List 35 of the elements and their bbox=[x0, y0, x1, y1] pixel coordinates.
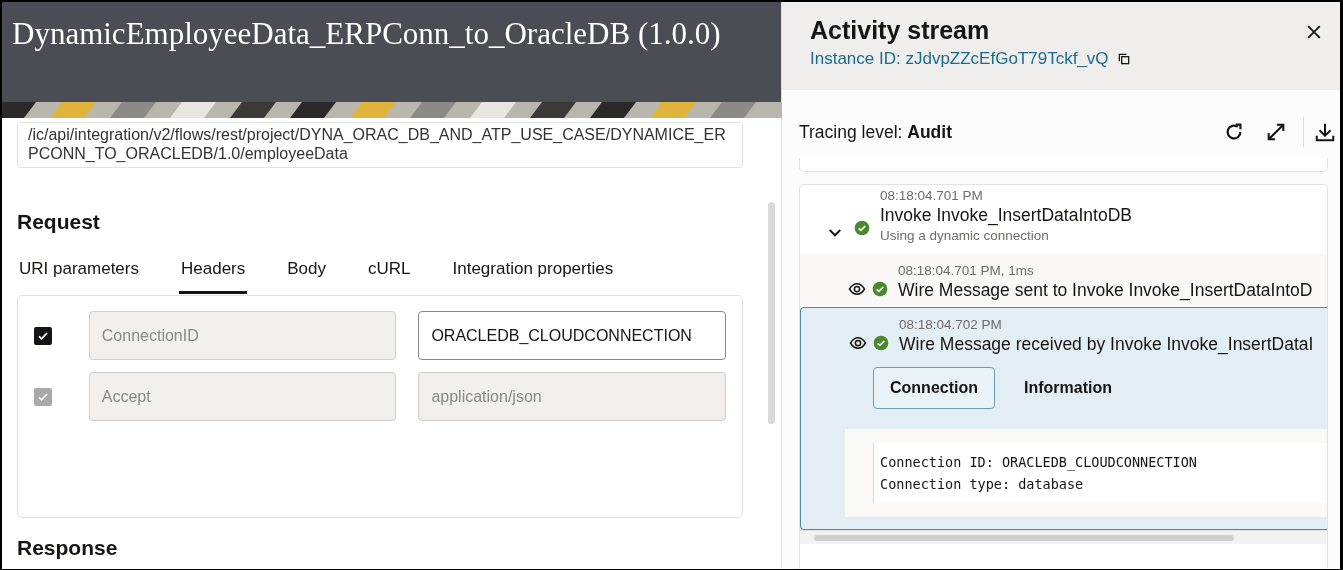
url-text: /ic/api/integration/v2/flows/rest/project/DYNA_ORAC_DB_AND_ATP_USE_CASE/DYNAMICE_ERPCONN_TO_ORACLEDB/1.0/employeeData bbox=[17, 122, 743, 168]
copy-icon bbox=[1116, 52, 1131, 66]
message-row[interactable]: 08:18:04.702 PM Wire Message received by Invoke Invoke_InsertDataI Connection Information Connection ID: ORACLEDB_CLOUDCONNECTION Connection type: database bbox=[800, 307, 1327, 531]
tab[interactable]: Body bbox=[285, 247, 328, 294]
panel-title: Activity stream bbox=[810, 15, 991, 46]
tab[interactable]: cURL bbox=[366, 247, 413, 294]
instance-id: Instance ID: zJdvpZZcEfGoT79Tckf_vQ bbox=[810, 48, 1109, 70]
event-subtitle: Using a dynamic connection bbox=[880, 227, 1050, 245]
page-title: DynamicEmployeeData_ERPConn_to_OracleDB (1.0.0) bbox=[2, 2, 781, 102]
check-circle-icon bbox=[873, 335, 889, 352]
tab[interactable]: Headers bbox=[179, 247, 248, 294]
tab[interactable]: Information bbox=[1007, 367, 1129, 410]
event-time: 08:18:04.701 PM, 1ms bbox=[898, 262, 1035, 280]
event-time: 08:18:04.701 PM bbox=[880, 187, 984, 204]
details-text: Connection ID: ORACLEDB_CLOUDCONNECTION Connection type: database bbox=[873, 443, 1327, 504]
checkbox[interactable] bbox=[34, 326, 52, 345]
scrollbar[interactable] bbox=[768, 202, 775, 424]
tracing-level: Tracing level: Audit bbox=[799, 120, 952, 144]
event-title: Wire Message received by Invoke Invoke_InsertDataI bbox=[899, 333, 1314, 356]
tab[interactable]: Connection bbox=[873, 367, 995, 410]
event-title: Invoke Invoke_InsertDataIntoDB bbox=[880, 204, 1132, 226]
section-heading: Response bbox=[17, 534, 119, 561]
event-title: Wire Message sent to Invoke Invoke_InsertDataIntoD bbox=[898, 279, 1313, 302]
message-row[interactable]: 08:18:04.701 PM, 1ms Wire Message sent to Invoke Invoke_InsertDataIntoD bbox=[800, 254, 1327, 308]
download-icon bbox=[1314, 121, 1336, 143]
tab[interactable]: URI parameters bbox=[17, 247, 141, 294]
refresh-icon bbox=[1223, 121, 1245, 143]
section-heading: Request bbox=[17, 209, 101, 235]
scrollbar[interactable] bbox=[814, 535, 1234, 542]
header-value-field[interactable]: ORACLEDB_CLOUDCONNECTION bbox=[418, 311, 726, 360]
check-circle-icon bbox=[872, 281, 888, 298]
check-circle-icon bbox=[854, 220, 870, 237]
expand-icon bbox=[1265, 121, 1287, 143]
event-time: 08:18:04.702 PM bbox=[899, 316, 1003, 334]
tab[interactable]: Integration properties bbox=[450, 247, 616, 294]
